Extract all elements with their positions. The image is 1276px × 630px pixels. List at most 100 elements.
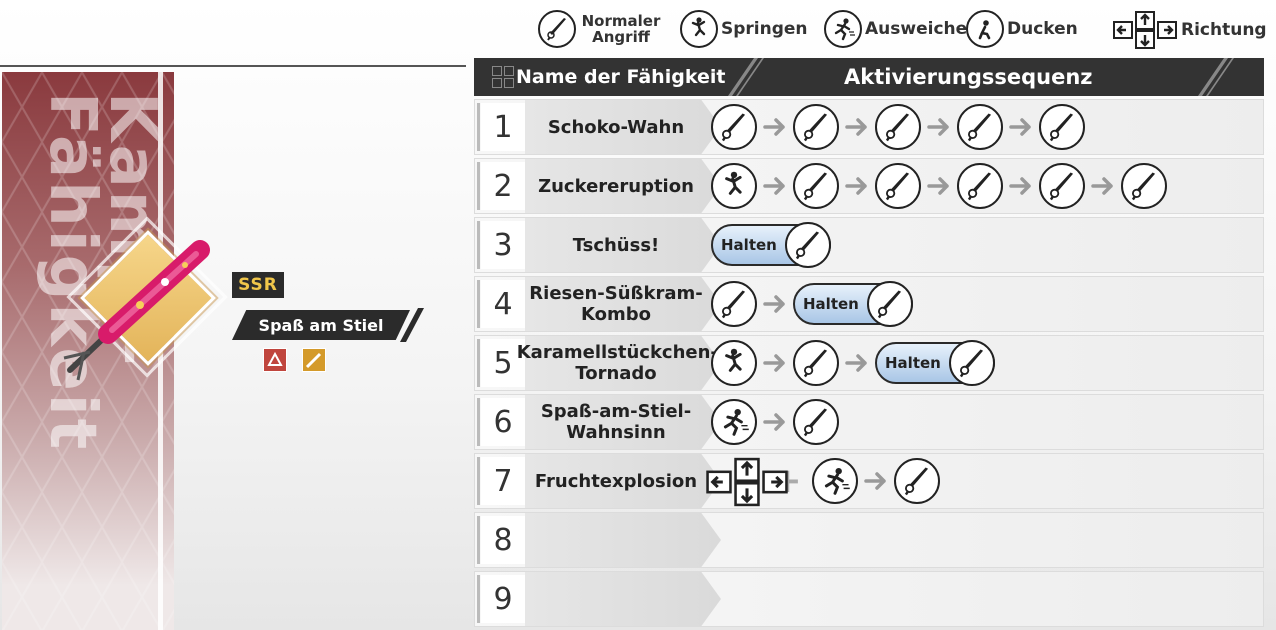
hold-attack-button: Halten <box>875 340 995 386</box>
arrow-right-icon <box>845 351 869 375</box>
table-row: 9 <box>474 571 1264 627</box>
dodge-icon <box>711 399 757 445</box>
name-tag-slash <box>400 308 424 342</box>
weapon-emblem <box>63 216 270 400</box>
sword-attack-icon <box>875 163 921 209</box>
skill-name: Spaß-am-Stiel-Wahnsinn <box>540 401 692 443</box>
legend-jump-label: Springen <box>721 18 808 39</box>
table-row: 2 Zuckereruption <box>474 158 1264 214</box>
rarity-badge: SSR <box>232 272 284 298</box>
row-number: 4 <box>477 280 525 328</box>
skill-table: Name der Fähigkeit Aktivierungssequenz 1… <box>474 58 1264 627</box>
direction-keys-icon <box>1112 10 1178 50</box>
row-number: 9 <box>477 575 525 623</box>
controls-legend: Normaler Angriff Springen Ausweichen Duc… <box>0 8 1276 56</box>
activation-sequence <box>711 159 1167 213</box>
activation-sequence: Halten <box>711 277 913 331</box>
table-row: 7 Fruchtexplosion + <box>474 453 1264 509</box>
sword-attack-icon <box>957 163 1003 209</box>
activation-sequence: + <box>706 454 940 508</box>
hold-label: Halten <box>721 236 777 254</box>
arrow-right-icon <box>1009 174 1033 198</box>
jump-icon <box>711 340 757 386</box>
divider-line <box>0 65 466 67</box>
legend-attack: Normaler Angriff <box>538 10 663 48</box>
arrow-right-icon <box>763 292 787 316</box>
table-row: 8 <box>474 512 1264 568</box>
arrow-right-icon <box>845 115 869 139</box>
lollipop-weapon-icon <box>63 240 210 381</box>
jump-icon <box>711 163 757 209</box>
skill-name: Zuckereruption <box>538 175 694 197</box>
arrow-right-icon <box>927 174 951 198</box>
sword-attack-icon <box>793 163 839 209</box>
dodge-icon <box>824 10 862 48</box>
legend-dodge-label: Ausweichen <box>865 18 980 39</box>
arrow-right-icon <box>863 469 888 493</box>
row-number: 6 <box>477 398 525 446</box>
sword-attack-icon <box>875 104 921 150</box>
arrow-right-icon <box>763 174 787 198</box>
skill-name <box>525 513 707 567</box>
table-row: 5 Karamellstückchen-Tornado Halten <box>474 335 1264 391</box>
legend-attack-label: Normaler Angriff <box>581 12 661 46</box>
sword-attack-icon <box>893 458 940 504</box>
table-row: 6 Spaß-am-Stiel-Wahnsinn <box>474 394 1264 450</box>
legend-dodge: Ausweichen <box>824 10 979 48</box>
crouch-icon <box>966 10 1004 48</box>
sword-attack-icon <box>793 104 839 150</box>
header-slash <box>728 58 764 96</box>
skill-name: Schoko-Wahn <box>547 116 685 138</box>
table-row: 3 Tschüss! Halten <box>474 217 1264 273</box>
row-number: 3 <box>477 221 525 269</box>
arrow-right-icon <box>1009 115 1033 139</box>
skill-name: Tschüss! <box>572 234 660 256</box>
jump-icon <box>680 10 718 48</box>
table-row: 1 Schoko-Wahn <box>474 99 1264 155</box>
legend-crouch: Ducken <box>966 10 1078 48</box>
sword-attack-icon <box>793 340 839 386</box>
hold-label: Halten <box>885 354 941 372</box>
arrow-right-icon <box>763 351 787 375</box>
skill-element-icon <box>263 348 287 372</box>
hold-attack-button: Halten <box>711 222 831 268</box>
arrow-right-icon <box>927 115 951 139</box>
weapon-type-icon <box>302 348 326 372</box>
sword-attack-icon <box>793 399 839 445</box>
sword-attack-icon <box>957 104 1003 150</box>
legend-direction-label: Richtung <box>1181 19 1267 40</box>
weapon-name: Spaß am Stiel <box>232 310 410 340</box>
direction-keys-icon <box>706 456 788 507</box>
legend-crouch-label: Ducken <box>1007 18 1078 39</box>
activation-sequence: Halten <box>711 336 995 390</box>
activation-sequence <box>711 395 839 449</box>
hold-attack-button: Halten <box>793 281 913 327</box>
hold-label: Halten <box>803 295 859 313</box>
header-slash-right <box>1198 58 1234 96</box>
arrow-right-icon <box>763 410 787 434</box>
skill-name: Fruchtexplosion <box>534 470 698 492</box>
legend-jump: Springen <box>680 10 808 48</box>
arrow-right-icon <box>1091 174 1115 198</box>
row-number: 1 <box>477 103 525 151</box>
row-number: 7 <box>477 457 525 505</box>
row-number: 2 <box>477 162 525 210</box>
grid-icon <box>492 66 514 88</box>
arrow-right-icon <box>763 115 787 139</box>
legend-direction: Richtung <box>1112 10 1267 50</box>
dodge-icon <box>811 458 858 504</box>
skill-name <box>525 572 707 626</box>
header-skill-name: Name der Fähigkeit <box>516 66 726 88</box>
sword-attack-icon <box>866 281 913 327</box>
header-sequence: Aktivierungssequenz <box>844 65 1093 89</box>
sword-attack-icon <box>948 340 995 386</box>
sword-attack-icon <box>538 10 576 48</box>
arrow-right-icon <box>845 174 869 198</box>
sword-attack-icon <box>1039 104 1085 150</box>
skill-name: Karamellstückchen-Tornado <box>516 342 718 384</box>
skill-name: Riesen-Süßkram-Kombo <box>529 283 703 325</box>
sword-attack-icon <box>1039 163 1085 209</box>
activation-sequence: Halten <box>711 218 831 272</box>
activation-sequence <box>711 100 1085 154</box>
table-row: 4 Riesen-Süßkram-Kombo Halten <box>474 276 1264 332</box>
